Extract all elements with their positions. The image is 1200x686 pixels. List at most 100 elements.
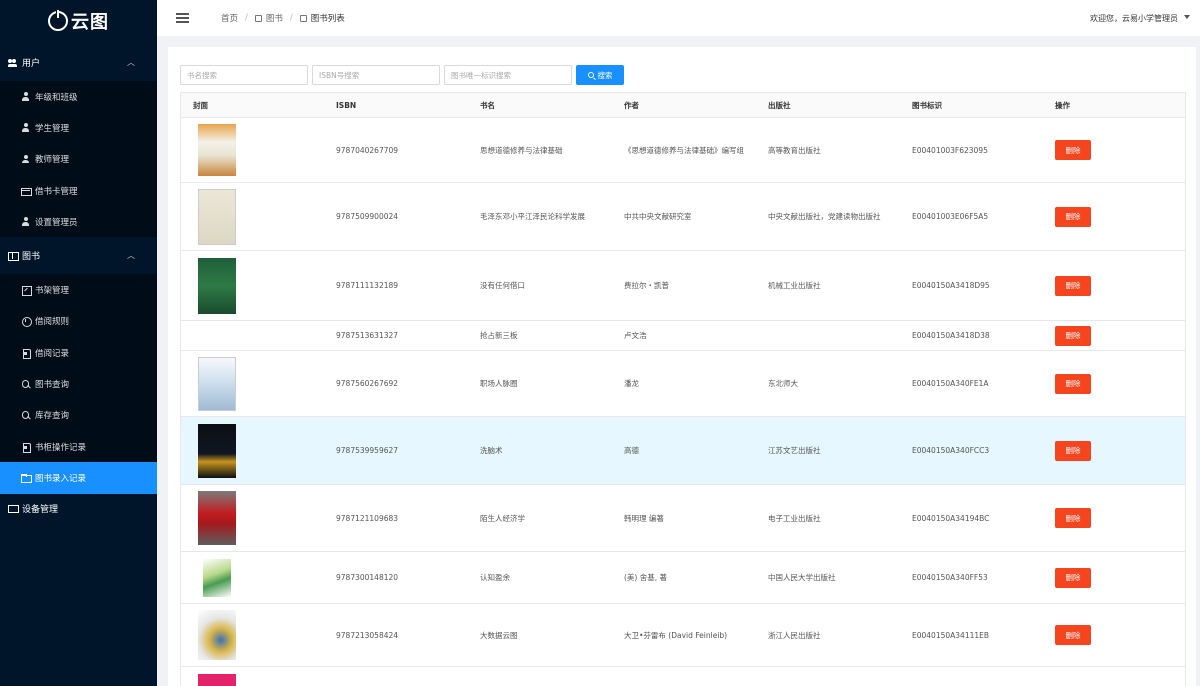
delete-button[interactable]: 删除 (1055, 373, 1091, 394)
delete-button[interactable]: 删除 (1055, 567, 1091, 588)
author-cell: 费拉尔・凯普 (624, 281, 669, 290)
isbn-cell: 9787213058424 (336, 630, 399, 640)
book-id-cell: E0040150A34111EB (912, 630, 990, 640)
column-header: ISBN (336, 100, 357, 110)
author-cell: 潘龙 (624, 379, 639, 388)
sidebar-item-teachers[interactable]: 教师管理 (0, 144, 157, 175)
column-header: 图书标识 (912, 100, 942, 110)
title-cell: 大数据云图 (480, 630, 518, 640)
search-button[interactable]: 搜索 (576, 65, 624, 85)
delete-button[interactable]: 删除 (1055, 206, 1091, 227)
sidebar-item-shelves[interactable]: 书架管理 (0, 274, 157, 305)
table-row: 9787513631327 抢占新三板 卢文浩 E0040150A3418D38… (181, 321, 1185, 351)
breadcrumb-home[interactable]: 首页 (221, 12, 238, 24)
title-cell: 洗脑术 (480, 446, 503, 455)
publisher-cell: 电子工业出版社 (768, 513, 821, 523)
search-toolbar: 书名搜索 ISBN号搜索 图书唯一标识搜索 搜索 (180, 65, 624, 85)
column-header: 作者 (624, 100, 639, 110)
book-id-cell: E00401003E06F5A5 (912, 212, 989, 221)
delete-button[interactable]: 删除 (1055, 625, 1091, 645)
breadcrumb-separator: / (289, 13, 293, 23)
caret-down-icon[interactable] (1184, 15, 1190, 19)
column-header: 封面 (193, 100, 208, 110)
user-icon (21, 154, 30, 164)
logo-icon (48, 9, 68, 31)
delete-button[interactable]: 删除 (1055, 508, 1091, 528)
breadcrumb-separator: / (245, 13, 248, 23)
sidebar-group-books[interactable]: 图书 ︿ (0, 237, 157, 275)
isbn-cell: 9787111132189 (336, 281, 399, 290)
delete-button[interactable]: 删除 (1055, 440, 1091, 461)
author-cell: 中共中央文献研究室 (624, 212, 692, 221)
sidebar-item-label: 年级和班级 (35, 92, 78, 103)
title-cell: 职场人脉圈 (480, 379, 518, 388)
title-cell: 思想道德修养与法律基础 (480, 145, 563, 155)
id-search-input[interactable]: 图书唯一标识搜索 (444, 65, 572, 85)
sidebar-item-label: 书架管理 (35, 286, 70, 297)
author-cell: 《思想道德修养与法律基础》编写组 (624, 145, 744, 155)
isbn-cell: 9787121109683 (336, 513, 399, 523)
clock-icon (21, 317, 32, 328)
sidebar-item-label: 借阅记录 (35, 348, 70, 359)
sidebar-item-inventory[interactable]: 库存查询 (0, 400, 157, 431)
isbn-cell: 9787300148120 (336, 573, 399, 582)
table-row: 9787040267709 思想道德修养与法律基础 《思想道德修养与法律基础》编… (181, 118, 1185, 183)
sidebar-item-label: 库存查询 (35, 411, 70, 422)
sidebar-item-entry-records[interactable]: 图书录入记录 (0, 462, 157, 494)
sidebar-item-students[interactable]: 学生管理 (0, 112, 157, 143)
sidebar-item-admins[interactable]: 设置管理员 (0, 206, 157, 237)
search-icon (587, 72, 594, 78)
sidebar-item-borrow-rules[interactable]: 借阅规则 (0, 306, 157, 337)
isbn-cell: 9787539959627 (336, 446, 399, 455)
author-cell: 卢文浩 (624, 331, 647, 340)
sidebar-item-label: 学生管理 (35, 123, 70, 134)
book-id-cell: E0040150A3418D95 (912, 281, 990, 290)
book-id-cell: E0040150A340FE1A (912, 379, 989, 388)
author-cell: (美) 舍基, 著 (624, 573, 668, 582)
users-icon (8, 58, 17, 67)
sidebar-item-borrow-records[interactable]: 借阅记录 (0, 337, 157, 368)
title-cell: 抢占新三板 (480, 331, 518, 340)
sidebar-item-book-search[interactable]: 图书查询 (0, 368, 157, 399)
book-icon (254, 14, 262, 22)
author-cell: 韩明理 编著 (624, 513, 664, 523)
logo: 云图 (0, 0, 157, 42)
delete-button[interactable]: 删除 (1055, 140, 1091, 160)
search-button-label: 搜索 (597, 70, 613, 80)
sidebar-item-label: 借书卡管理 (35, 186, 78, 197)
sidebar-group-label: 设备管理 (22, 505, 59, 516)
menu-toggle-icon[interactable] (176, 13, 189, 23)
sidebar-item-grades[interactable]: 年级和班级 (0, 81, 157, 112)
breadcrumb-books[interactable]: 图书 (266, 12, 283, 24)
chevron-up-icon: ︿ (127, 58, 135, 67)
publisher-cell: 高等教育出版社 (768, 145, 821, 155)
title-search-input[interactable]: 书名搜索 (180, 65, 308, 85)
folder-icon (21, 473, 32, 484)
sidebar-item-label: 图书录入记录 (35, 473, 87, 484)
sidebar-item-label: 书柜操作记录 (35, 442, 87, 453)
publisher-cell: 江苏文艺出版社 (768, 446, 821, 455)
logo-text: 云图 (71, 12, 109, 33)
title-cell: 认知盈余 (480, 573, 510, 582)
sidebar: 云图 用户 ︿ 年级和班级 学生管理 教师管理 借书卡管理 设置管理员 图书 ︿… (0, 0, 157, 686)
sidebar-item-cabinet-log[interactable]: 书柜操作记录 (0, 431, 157, 462)
welcome-user-menu[interactable]: 欢迎您，云易小学管理员 (1090, 13, 1178, 24)
table-row (181, 667, 1185, 686)
sidebar-item-library-cards[interactable]: 借书卡管理 (0, 175, 157, 206)
sidebar-group-devices[interactable]: 设备管理 (0, 493, 157, 524)
delete-button[interactable]: 删除 (1055, 325, 1091, 346)
isbn-search-input[interactable]: ISBN号搜索 (312, 65, 440, 85)
book-id-cell: E0040150A34194BC (912, 513, 990, 523)
delete-button[interactable]: 删除 (1055, 275, 1091, 296)
table-row: 9787509900024 毛泽东邓小平江泽民论科学发展 中共中央文献研究室 中… (181, 183, 1185, 251)
publisher-cell: 机械工业出版社 (768, 281, 821, 290)
table-row: 9787121109683 陌生人经济学 韩明理 编著 电子工业出版社 E004… (181, 485, 1185, 552)
table-row: 9787539959627 洗脑术 高德 江苏文艺出版社 E0040150A34… (181, 417, 1185, 485)
book-cover-image (198, 356, 236, 411)
title-cell: 陌生人经济学 (480, 513, 525, 523)
book-cover-image (198, 674, 236, 686)
sidebar-submenu-users: 年级和班级 学生管理 教师管理 借书卡管理 设置管理员 (0, 81, 157, 238)
breadcrumb-current: 图书列表 (310, 14, 345, 24)
sidebar-group-users[interactable]: 用户 ︿ (0, 44, 157, 81)
book-icon (299, 14, 307, 22)
